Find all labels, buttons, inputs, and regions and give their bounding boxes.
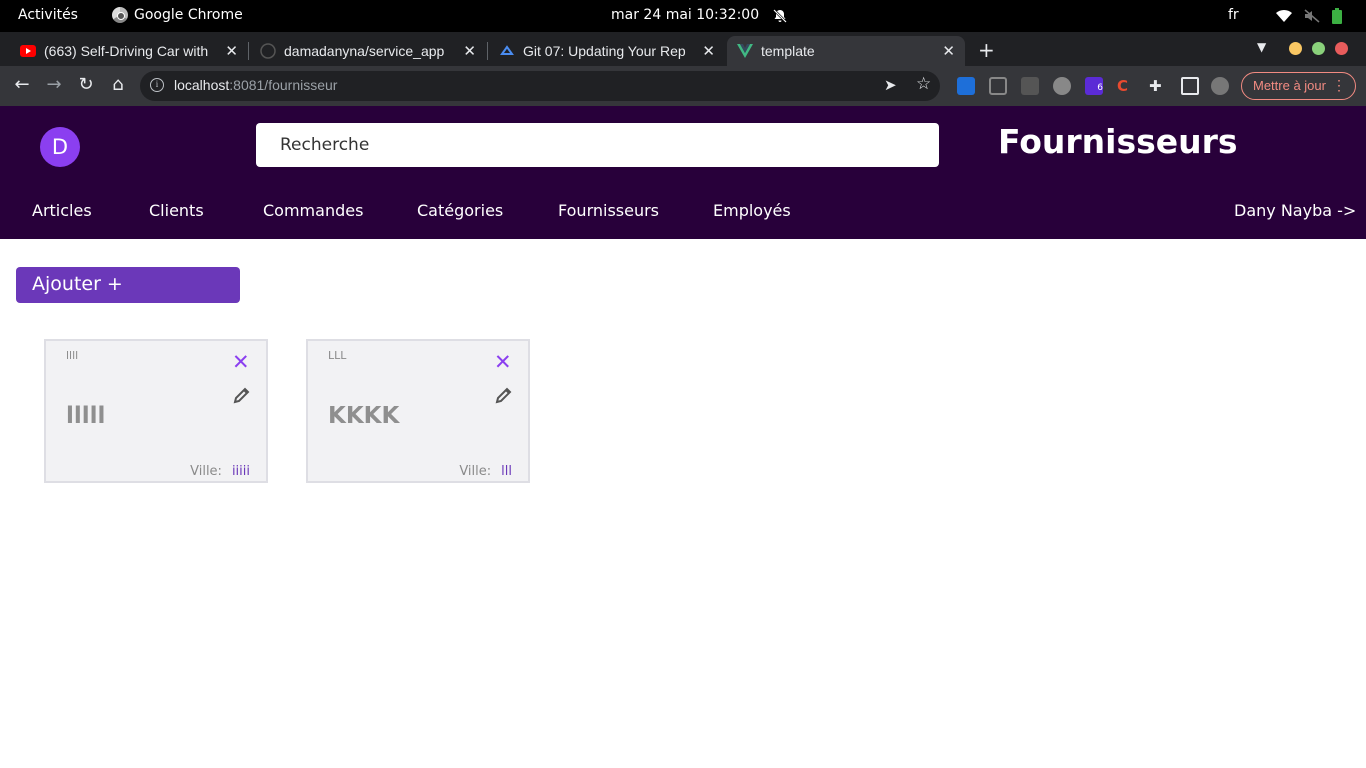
system-tray[interactable]	[1276, 8, 1342, 24]
tab-title: (663) Self-Driving Car with	[44, 43, 209, 59]
avatar[interactable]: D	[40, 127, 80, 167]
tab-template[interactable]: template ✕	[727, 36, 965, 66]
nav-item-clients[interactable]: Clients	[149, 201, 204, 220]
close-tab-icon[interactable]: ✕	[702, 42, 715, 60]
page-icon	[499, 43, 515, 59]
minimize-button[interactable]	[1289, 42, 1302, 55]
supplier-name: KKKK	[328, 403, 400, 429]
clock[interactable]: mar 24 mai 10:32:00	[611, 7, 759, 23]
supplier-name: lllll	[66, 403, 106, 429]
activities-button[interactable]: Activités	[18, 7, 78, 23]
page-title: Fournisseurs	[998, 122, 1238, 161]
update-chrome-button[interactable]: Mettre à jour ⋮	[1241, 72, 1356, 100]
forward-icon[interactable]: →	[44, 75, 64, 95]
menu-dots-icon[interactable]: ⋮	[1332, 77, 1346, 94]
new-tab-button[interactable]: +	[978, 38, 995, 62]
user-link[interactable]: Dany Nayba ->	[1234, 201, 1356, 220]
notifications-off-icon	[773, 9, 787, 23]
edit-pencil-icon[interactable]	[494, 385, 514, 405]
extension-icon[interactable]	[957, 77, 975, 95]
system-top-bar: Activités Google Chrome mar 24 mai 10:32…	[0, 0, 1366, 32]
tab-git[interactable]: Git 07: Updating Your Rep ✕	[489, 36, 725, 66]
nav-item-employes[interactable]: Employés	[713, 201, 791, 220]
reload-icon[interactable]: ↻	[76, 75, 96, 95]
tab-divider	[487, 42, 488, 60]
tab-strip: (663) Self-Driving Car with ✕ damadanyna…	[0, 32, 1366, 66]
main-nav: Articles Clients Commandes Catégories Fo…	[0, 201, 1366, 223]
extension-badge-icon[interactable]: 6	[1085, 77, 1103, 95]
extensions-puzzle-icon[interactable]: ✚	[1149, 77, 1167, 95]
tab-search-icon[interactable]: ▼	[1257, 40, 1266, 54]
close-tab-icon[interactable]: ✕	[463, 42, 476, 60]
extension-icon[interactable]: C	[1117, 77, 1135, 95]
nav-item-commandes[interactable]: Commandes	[263, 201, 363, 220]
edit-pencil-icon[interactable]	[232, 385, 252, 405]
app-name: Google Chrome	[134, 7, 243, 23]
extension-icon[interactable]	[1053, 77, 1071, 95]
back-icon[interactable]: ←	[12, 75, 32, 95]
side-panel-icon[interactable]	[1181, 77, 1199, 95]
supplier-code: llll	[66, 349, 79, 362]
supplier-card: LLL ✕ KKKK Ville: lll	[306, 339, 530, 483]
supplier-card: llll ✕ lllll Ville: iiiii	[44, 339, 268, 483]
nav-item-fournisseurs[interactable]: Fournisseurs	[558, 201, 659, 220]
volume-muted-icon	[1304, 9, 1320, 23]
nav-item-articles[interactable]: Articles	[32, 201, 92, 220]
bookmark-star-icon[interactable]: ☆	[916, 74, 931, 94]
close-tab-icon[interactable]: ✕	[942, 42, 955, 60]
url-text[interactable]: localhost:8081/fournisseur	[174, 77, 337, 93]
app-header: D Fournisseurs Articles Clients Commande…	[0, 106, 1366, 239]
supplier-city: Ville: lll	[459, 464, 512, 479]
profile-avatar[interactable]	[1211, 77, 1229, 95]
keyboard-language[interactable]: fr	[1228, 7, 1239, 23]
tab-title: damadanyna/service_app	[284, 43, 445, 59]
maximize-button[interactable]	[1312, 42, 1325, 55]
site-info-icon[interactable]: i	[150, 78, 164, 92]
tab-github[interactable]: damadanyna/service_app ✕	[250, 36, 486, 66]
tab-youtube[interactable]: (663) Self-Driving Car with ✕	[10, 36, 248, 66]
chrome-icon	[112, 7, 128, 23]
close-window-button[interactable]	[1335, 42, 1348, 55]
send-to-device-icon[interactable]: ➤	[884, 76, 897, 94]
wifi-icon	[1276, 9, 1292, 22]
delete-icon[interactable]: ✕	[232, 350, 250, 374]
nav-item-categories[interactable]: Catégories	[417, 201, 503, 220]
search-input[interactable]	[256, 123, 939, 167]
github-icon	[260, 43, 276, 59]
tab-title: Git 07: Updating Your Rep	[523, 43, 686, 59]
browser-toolbar: ← → ↻ ⌂ i localhost:8081/fournisseur ➤ ☆…	[0, 66, 1366, 106]
battery-icon	[1332, 8, 1342, 24]
vue-icon	[737, 43, 753, 59]
tab-divider	[248, 42, 249, 60]
supplier-city: Ville: iiiii	[190, 464, 250, 479]
add-button[interactable]: Ajouter +	[16, 267, 240, 303]
supplier-code: LLL	[328, 349, 347, 362]
screenshot-extension-icon[interactable]	[989, 77, 1007, 95]
tab-title: template	[761, 43, 815, 59]
delete-icon[interactable]: ✕	[494, 350, 512, 374]
app-menu[interactable]: Google Chrome	[112, 7, 243, 23]
window-controls	[1289, 42, 1348, 55]
youtube-icon	[20, 43, 36, 59]
close-tab-icon[interactable]: ✕	[225, 42, 238, 60]
home-icon[interactable]: ⌂	[108, 75, 128, 95]
address-bar[interactable]: i localhost:8081/fournisseur ➤ ☆	[140, 71, 940, 101]
extension-icon[interactable]	[1021, 77, 1039, 95]
